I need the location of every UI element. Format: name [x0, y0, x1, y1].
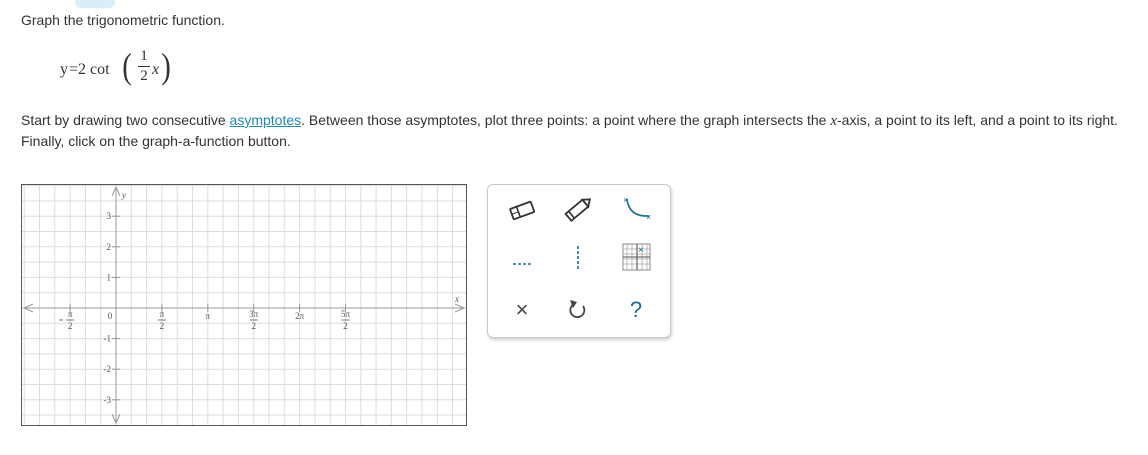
- graph-function-tool[interactable]: × ×: [616, 193, 656, 227]
- fraction-denominator: 2: [140, 68, 148, 84]
- graph-canvas[interactable]: xyπ20 π2π 3π22π 5π2321-1-2-3: [21, 184, 467, 426]
- x-tick-label-denominator: 2: [343, 321, 348, 331]
- cotangent-curve-icon: × ×: [623, 195, 651, 222]
- left-paren: (: [122, 46, 132, 86]
- graph-toolbox: × × × × ?: [487, 184, 671, 338]
- x-tick-label: 0: [108, 311, 113, 321]
- svg-text:×: ×: [646, 212, 651, 222]
- instructions-part2: . Between those asymptotes, plot three p…: [301, 112, 831, 128]
- x-tick-label-numerator: 3π: [249, 309, 259, 319]
- clear-icon: ×: [515, 297, 529, 322]
- collapse-tab[interactable]: [75, 0, 115, 8]
- instructions: Start by drawing two consecutive asympto…: [21, 110, 1141, 151]
- y-tick-label: 3: [107, 211, 112, 221]
- y-tick-label: 2: [107, 242, 112, 252]
- vertical-asymptote-tool[interactable]: [558, 241, 598, 275]
- eraser-tool[interactable]: [502, 193, 542, 227]
- graph-border: [21, 184, 467, 426]
- equation-fraction: 1 2: [138, 48, 150, 85]
- y-tick-label: 1: [107, 272, 112, 282]
- x-tick-label-numerator: 5π: [341, 309, 351, 319]
- y-axis-label: y: [121, 190, 126, 200]
- grid-points-icon: ×: [622, 243, 651, 271]
- asymptotes-link[interactable]: asymptotes: [230, 112, 302, 128]
- right-paren: ): [161, 46, 171, 86]
- x-tick-label: 2π: [295, 311, 305, 321]
- y-tick-label: -2: [104, 364, 112, 374]
- x-tick-label-denominator: 2: [251, 321, 256, 331]
- instructions-var: x: [830, 113, 838, 129]
- x-tick-label-denominator: 2: [68, 321, 73, 331]
- grid-points-tool[interactable]: ×: [616, 241, 656, 275]
- equation-lhs: y: [60, 61, 68, 78]
- x-axis-label: x: [454, 294, 459, 304]
- clear-button[interactable]: ×: [502, 293, 542, 327]
- svg-text:×: ×: [623, 195, 628, 205]
- y-tick-label: -3: [104, 395, 112, 405]
- eraser-icon: [509, 200, 536, 221]
- svg-text:×: ×: [638, 245, 644, 256]
- dashed-vertical-line-icon: [577, 246, 579, 270]
- x-tick-label-numerator: π: [68, 309, 73, 319]
- graph-panel[interactable]: x y π 2 0 π 2 π 3π 2 2π 5π 2 3 2 1 -1 -2 -3: [21, 184, 467, 426]
- fraction-numerator: 1: [140, 48, 148, 64]
- x-tick-label-numerator: π: [160, 309, 165, 319]
- instructions-part1: Start by drawing two consecutive: [21, 112, 230, 128]
- help-button[interactable]: ?: [616, 293, 656, 327]
- pencil-icon: [564, 198, 592, 223]
- equation-rhs-prefix: =2 cot: [69, 61, 110, 78]
- dashed-horizontal-line-icon: [513, 263, 533, 265]
- equation-variable: x: [152, 61, 160, 78]
- y-tick-label: -1: [104, 334, 112, 344]
- x-tick-label-denominator: 2: [160, 321, 165, 331]
- x-tick-label: π: [206, 311, 211, 321]
- pencil-tool[interactable]: [558, 193, 598, 227]
- fraction-bar: [138, 66, 150, 67]
- undo-icon: [569, 300, 586, 319]
- horizontal-asymptote-tool[interactable]: [502, 241, 542, 275]
- help-icon: ?: [629, 297, 643, 322]
- undo-button[interactable]: [558, 293, 598, 327]
- question-prompt: Graph the trigonometric function.: [21, 12, 225, 28]
